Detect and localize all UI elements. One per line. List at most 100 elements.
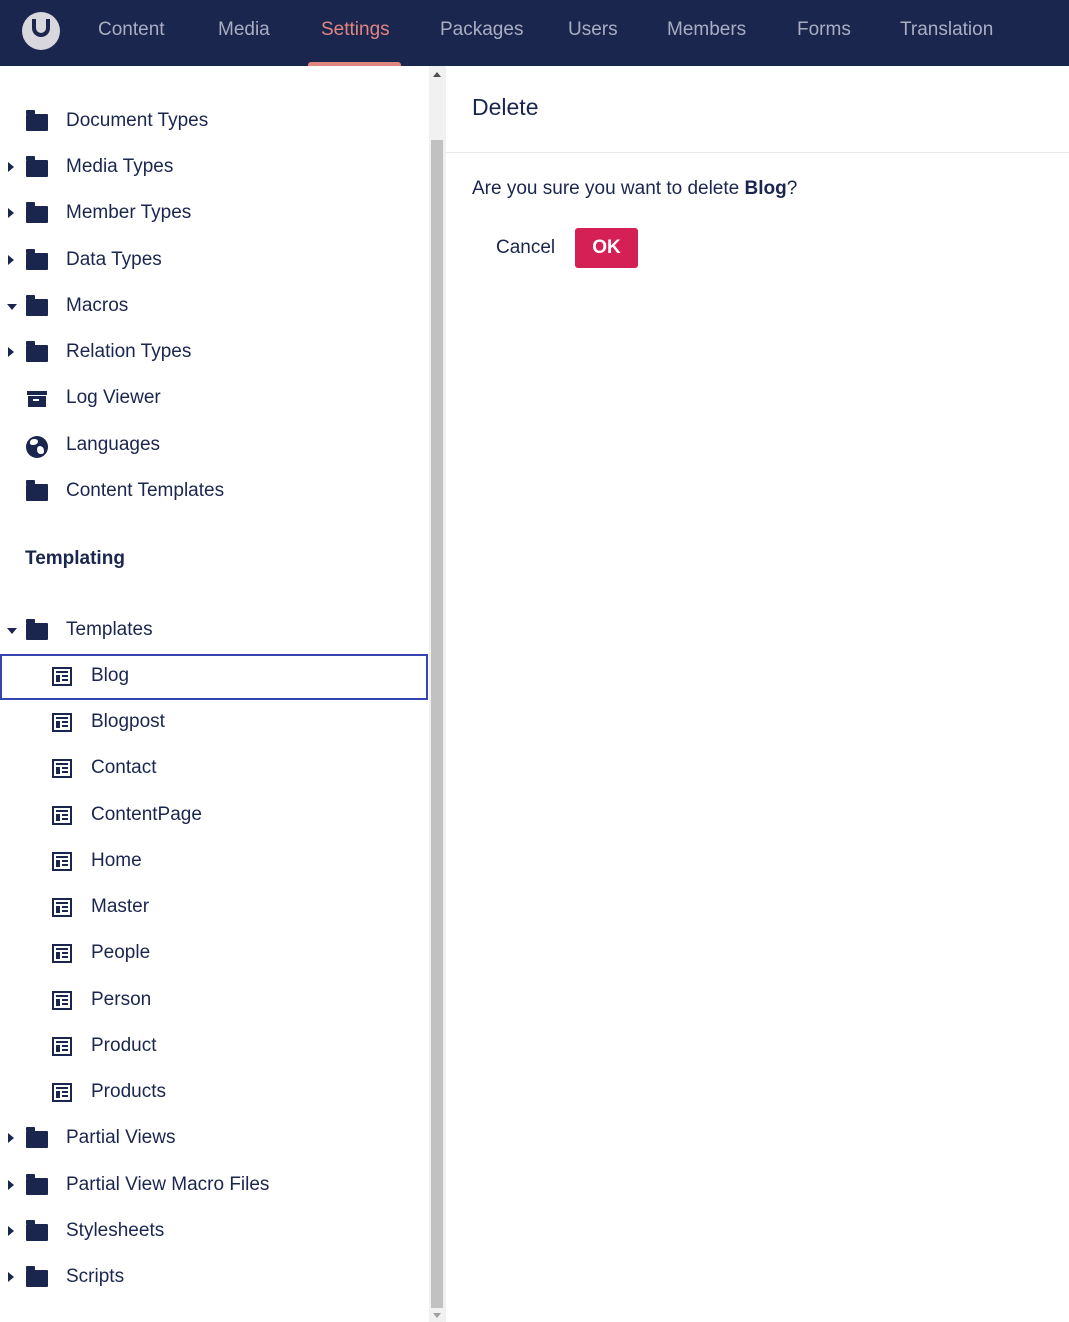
scrollbar-thumb[interactable]: [431, 140, 443, 1308]
tree-item-label: Macros: [66, 295, 129, 316]
tree-item-template-products[interactable]: Products: [0, 1070, 428, 1116]
tree-item-data-types[interactable]: Data Types: [0, 238, 428, 284]
tree-item-label: Product: [91, 1035, 157, 1056]
tree-item-label: Media Types: [66, 156, 174, 177]
tree-item-label: Data Types: [66, 249, 162, 270]
tree-item-scripts[interactable]: Scripts: [0, 1255, 428, 1301]
tree-item-template-blog[interactable]: Blog: [0, 654, 428, 700]
tree-item-partial-views[interactable]: Partial Views: [0, 1116, 428, 1162]
template-icon: [52, 713, 72, 732]
expand-caret-icon[interactable]: [8, 208, 14, 218]
tree-item-partial-view-macro-files[interactable]: Partial View Macro Files: [0, 1163, 428, 1209]
sidebar-scrollbar[interactable]: [429, 66, 446, 1322]
tree-item-label: Blogpost: [91, 711, 165, 732]
folder-icon: [26, 295, 48, 316]
globe-icon: [26, 436, 48, 458]
tree-item-label: Stylesheets: [66, 1220, 165, 1241]
tree-item-label: Person: [91, 989, 152, 1010]
expand-caret-icon[interactable]: [8, 255, 14, 265]
folder-icon: [26, 1220, 48, 1241]
template-icon: [52, 759, 72, 778]
tree-item-label: Content Templates: [66, 480, 225, 501]
nav-forms[interactable]: Forms: [797, 0, 851, 62]
tree-item-content-templates[interactable]: Content Templates: [0, 469, 428, 515]
section-heading-templating: Templating: [25, 548, 125, 569]
expand-caret-icon[interactable]: [8, 347, 14, 357]
tree-item-log-viewer[interactable]: Log Viewer: [0, 376, 428, 422]
folder-icon: [26, 480, 48, 501]
template-icon: [52, 852, 72, 871]
template-icon: [52, 1037, 72, 1056]
tree-item-label: Document Types: [66, 110, 209, 131]
tree-item-template-person[interactable]: Person: [0, 978, 428, 1024]
folder-icon: [26, 1174, 48, 1195]
confirmation-suffix: ?: [786, 178, 798, 199]
nav-users[interactable]: Users: [568, 0, 618, 62]
tree-item-member-types[interactable]: Member Types: [0, 191, 428, 237]
tree-item-template-home[interactable]: Home: [0, 839, 428, 885]
nav-members[interactable]: Members: [667, 0, 746, 62]
nav-translation[interactable]: Translation: [900, 0, 993, 62]
confirmation-prefix: Are you sure you want to delete: [472, 178, 745, 199]
tree-item-document-types[interactable]: Document Types: [0, 99, 428, 145]
template-icon: [52, 898, 72, 917]
settings-tree: Document Types Media Types Member Types …: [0, 66, 446, 1322]
folder-icon: [26, 110, 48, 131]
scroll-down-arrow-icon[interactable]: [433, 1313, 441, 1318]
tree-item-template-product[interactable]: Product: [0, 1024, 428, 1070]
tree-item-template-contact[interactable]: Contact: [0, 746, 428, 792]
tree-item-label: Partial View Macro Files: [66, 1174, 270, 1195]
tree-item-templates[interactable]: Templates: [0, 608, 428, 654]
tree-item-label: Home: [91, 850, 142, 871]
folder-icon: [26, 1127, 48, 1148]
tree-item-template-contentpage[interactable]: ContentPage: [0, 793, 428, 839]
tree-item-label: Log Viewer: [66, 387, 161, 408]
tree-item-label: Products: [91, 1081, 166, 1102]
folder-icon: [26, 202, 48, 223]
delete-dialog-panel: Delete Are you sure you want to delete B…: [446, 66, 1069, 1322]
expand-caret-icon[interactable]: [8, 1180, 14, 1190]
tree-item-label: People: [91, 942, 151, 963]
item-to-delete-name: Blog: [744, 178, 787, 199]
collapse-caret-icon[interactable]: [7, 628, 17, 634]
nav-settings[interactable]: Settings: [321, 0, 390, 62]
nav-content[interactable]: Content: [98, 0, 165, 62]
tree-item-label: Blog: [91, 665, 130, 686]
folder-icon: [26, 249, 48, 270]
tree-item-template-blogpost[interactable]: Blogpost: [0, 700, 428, 746]
collapse-caret-icon[interactable]: [7, 304, 17, 310]
nav-packages[interactable]: Packages: [440, 0, 523, 62]
tree-item-media-types[interactable]: Media Types: [0, 145, 428, 191]
tree-item-label: ContentPage: [91, 804, 202, 825]
tree-item-relation-types[interactable]: Relation Types: [0, 330, 428, 376]
scroll-up-arrow-icon[interactable]: [433, 72, 441, 77]
tree-item-label: Relation Types: [66, 341, 192, 362]
umbraco-logo-icon[interactable]: [22, 12, 60, 50]
ok-button[interactable]: OK: [575, 228, 638, 268]
tree-item-macros[interactable]: Macros: [0, 284, 428, 330]
tree-item-label: Partial Views: [66, 1127, 176, 1148]
tree-item-languages[interactable]: Languages: [0, 423, 428, 469]
template-icon: [52, 667, 72, 686]
template-icon: [52, 944, 72, 963]
template-icon: [52, 1083, 72, 1102]
tree-item-label: Scripts: [66, 1266, 125, 1287]
expand-caret-icon[interactable]: [8, 1226, 14, 1236]
expand-caret-icon[interactable]: [8, 1133, 14, 1143]
tree-item-template-people[interactable]: People: [0, 931, 428, 977]
tree-item-template-master[interactable]: Master: [0, 885, 428, 931]
nav-media[interactable]: Media: [218, 0, 270, 62]
template-icon: [52, 806, 72, 825]
dialog-header: Delete: [446, 66, 1069, 153]
archive-icon: [27, 391, 47, 407]
top-navigation-bar: Content Media Settings Packages Users Me…: [0, 0, 1069, 66]
tree-item-label: Contact: [91, 757, 157, 778]
cancel-button[interactable]: Cancel: [484, 229, 567, 267]
expand-caret-icon[interactable]: [8, 162, 14, 172]
expand-caret-icon[interactable]: [8, 1272, 14, 1282]
folder-icon: [26, 341, 48, 362]
tree-item-stylesheets[interactable]: Stylesheets: [0, 1209, 428, 1255]
folder-icon: [26, 1266, 48, 1287]
folder-icon: [26, 156, 48, 177]
template-icon: [52, 991, 72, 1010]
